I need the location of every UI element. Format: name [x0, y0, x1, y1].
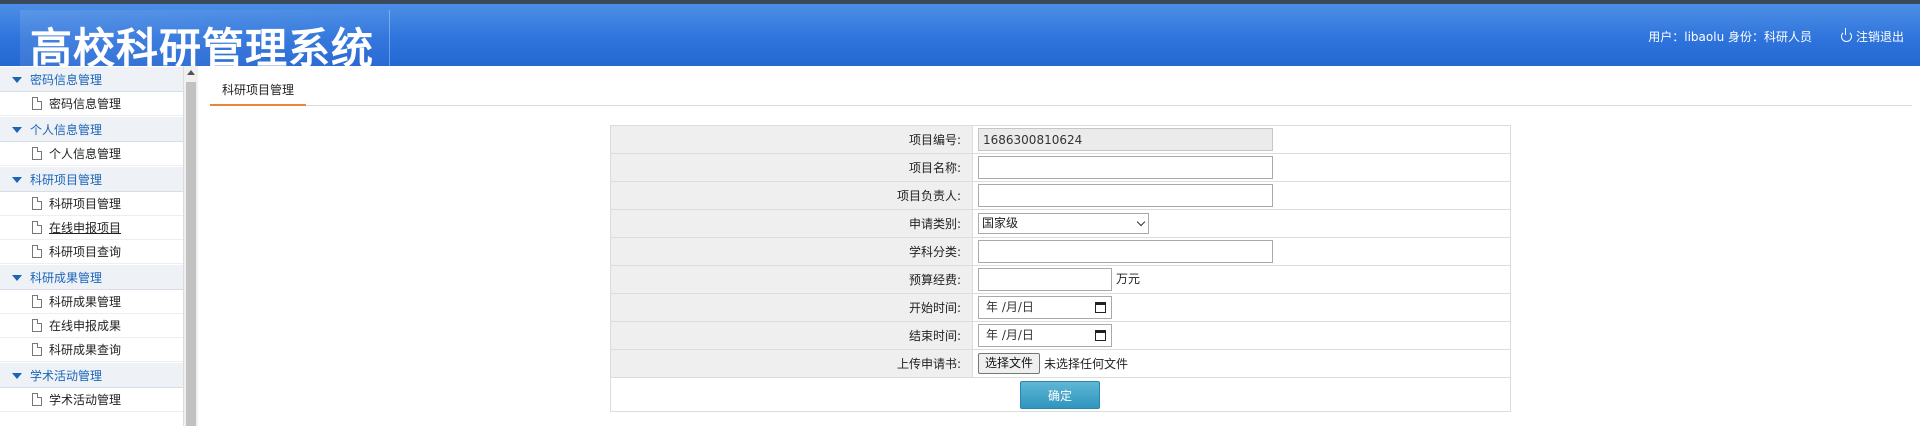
sidebar-item-project-apply[interactable]: 在线申报项目: [0, 216, 183, 240]
logout-label: 注销退出: [1855, 30, 1904, 44]
project-no-field[interactable]: [978, 128, 1273, 151]
sidebar: 密码信息管理 密码信息管理 个人信息管理 个人信息管理 科研项目管理 科研项目管…: [0, 66, 184, 426]
sidebar-item-achievement-apply[interactable]: 在线申报成果: [0, 314, 183, 338]
document-icon: [32, 245, 42, 258]
main-panel: 科研项目管理 项目编号: 项目名称: 项目负责人: 申请类别: 国家级 学科分类…: [198, 66, 1920, 426]
document-icon: [32, 147, 42, 160]
triangle-down-icon: [12, 177, 22, 183]
menu-group-activity[interactable]: 学术活动管理: [0, 362, 183, 388]
form-row: 确定: [610, 377, 1511, 412]
document-icon: [32, 97, 42, 110]
budget-field[interactable]: [978, 268, 1112, 291]
user-info: 用户：libaolu 身份：科研人员: [1648, 30, 1812, 44]
app-header: 高校科研管理系统 用户：libaolu 身份：科研人员 注销退出: [0, 4, 1920, 73]
document-icon: [32, 197, 42, 210]
end-date-label: 结束时间:: [610, 321, 973, 350]
end-date-field[interactable]: 年 /月/日: [978, 324, 1112, 347]
start-date-placeholder: 年 /月/日: [986, 300, 1034, 314]
sidebar-item-achievement-manage[interactable]: 科研成果管理: [0, 290, 183, 314]
choose-file-button[interactable]: 选择文件: [978, 353, 1041, 374]
document-icon: [32, 221, 42, 234]
category-select[interactable]: 国家级: [978, 213, 1149, 234]
form-row: 项目编号:: [610, 125, 1511, 154]
project-name-label: 项目名称:: [610, 153, 973, 182]
triangle-down-icon: [12, 373, 22, 379]
category-selected-value: 国家级: [982, 216, 1019, 230]
project-name-field[interactable]: [978, 156, 1273, 179]
content-area: 密码信息管理 密码信息管理 个人信息管理 个人信息管理 科研项目管理 科研项目管…: [0, 66, 1920, 426]
menu-group-achievement[interactable]: 科研成果管理: [0, 264, 183, 290]
file-status: 未选择任何文件: [1044, 357, 1129, 371]
form-row: 预算经费: 万元: [610, 265, 1511, 294]
scrollbar-thumb[interactable]: [186, 82, 196, 426]
project-no-label: 项目编号:: [610, 125, 973, 154]
menu-group-personal[interactable]: 个人信息管理: [0, 116, 183, 142]
form-row: 结束时间: 年 /月/日: [610, 321, 1511, 350]
power-icon: [1840, 28, 1852, 42]
leader-label: 项目负责人:: [610, 181, 973, 210]
calendar-icon[interactable]: [1095, 330, 1106, 341]
menu-group-project[interactable]: 科研项目管理: [0, 166, 183, 192]
budget-unit: 万元: [1116, 272, 1141, 286]
project-form: 项目编号: 项目名称: 项目负责人: 申请类别: 国家级 学科分类: 预算经费:: [610, 125, 1511, 412]
form-row: 项目负责人:: [610, 181, 1511, 210]
leader-field[interactable]: [978, 184, 1273, 207]
scroll-up-arrow-icon[interactable]: [187, 70, 195, 75]
subject-label: 学科分类:: [610, 237, 973, 266]
sidebar-item-achievement-query[interactable]: 科研成果查询: [0, 338, 183, 362]
sidebar-item-personal[interactable]: 个人信息管理: [0, 142, 183, 166]
form-row: 上传申请书: 选择文件 未选择任何文件: [610, 349, 1511, 378]
submit-button[interactable]: 确定: [1020, 380, 1100, 409]
form-row: 项目名称:: [610, 153, 1511, 182]
category-label: 申请类别:: [610, 209, 973, 238]
document-icon: [32, 319, 42, 332]
triangle-down-icon: [12, 77, 22, 83]
document-icon: [32, 295, 42, 308]
menu-group-password[interactable]: 密码信息管理: [0, 66, 183, 92]
document-icon: [32, 343, 42, 356]
form-row: 开始时间: 年 /月/日: [610, 293, 1511, 322]
chevron-down-icon: [1136, 217, 1146, 227]
sidebar-item-activity-manage[interactable]: 学术活动管理: [0, 388, 183, 412]
form-row: 申请类别: 国家级: [610, 209, 1511, 238]
start-date-field[interactable]: 年 /月/日: [978, 296, 1112, 319]
document-icon: [32, 393, 42, 406]
upload-label: 上传申请书:: [610, 349, 973, 378]
subject-field[interactable]: [978, 240, 1273, 263]
sidebar-item-password[interactable]: 密码信息管理: [0, 92, 183, 116]
form-row: 学科分类:: [610, 237, 1511, 266]
budget-label: 预算经费:: [610, 265, 973, 294]
calendar-icon[interactable]: [1095, 302, 1106, 313]
logout-button[interactable]: 注销退出: [1840, 28, 1904, 45]
triangle-down-icon: [12, 275, 22, 281]
sidebar-item-project-query[interactable]: 科研项目查询: [0, 240, 183, 264]
end-date-placeholder: 年 /月/日: [986, 328, 1034, 342]
tab-project-manage[interactable]: 科研项目管理: [210, 78, 307, 106]
sidebar-item-project-manage[interactable]: 科研项目管理: [0, 192, 183, 216]
tab-bar: 科研项目管理: [210, 78, 1912, 106]
app-logo: 高校科研管理系统: [20, 10, 390, 73]
sidebar-scrollbar[interactable]: [184, 66, 198, 426]
triangle-down-icon: [12, 127, 22, 133]
start-date-label: 开始时间:: [610, 293, 973, 322]
